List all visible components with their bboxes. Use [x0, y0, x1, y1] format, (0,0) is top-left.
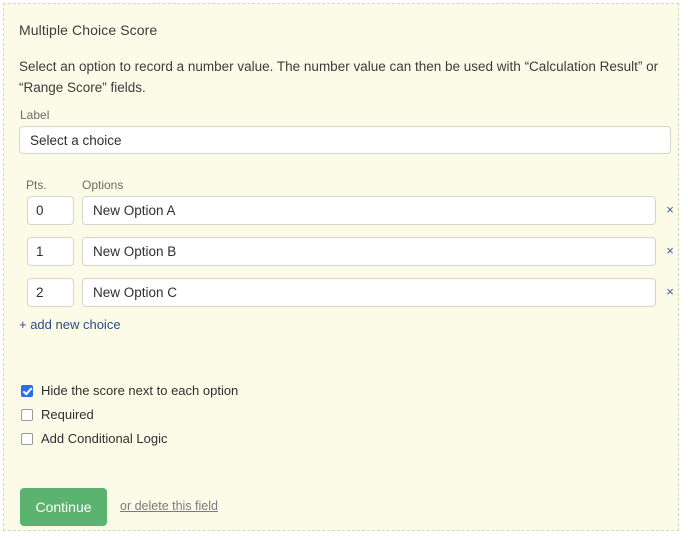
- options-column-header: Options: [82, 178, 124, 192]
- add-new-choice-link[interactable]: + add new choice: [19, 317, 121, 332]
- checkbox-box[interactable]: [21, 433, 33, 445]
- checkbox-label: Add Conditional Logic: [41, 431, 168, 446]
- field-description: Select an option to record a number valu…: [19, 59, 659, 95]
- label-input[interactable]: [19, 126, 671, 154]
- checkbox-box[interactable]: [21, 385, 33, 397]
- points-input[interactable]: [27, 196, 74, 225]
- option-input[interactable]: [82, 237, 656, 266]
- page-title: Multiple Choice Score: [19, 22, 158, 38]
- checkbox-label: Hide the score next to each option: [41, 383, 239, 398]
- label-field-caption: Label: [20, 108, 50, 122]
- delete-field-link[interactable]: or delete this field: [120, 499, 218, 513]
- points-input[interactable]: [27, 237, 74, 266]
- points-column-header: Pts.: [26, 178, 47, 192]
- continue-button[interactable]: Continue: [20, 488, 107, 526]
- field-settings-panel: Multiple Choice Score Select an option t…: [3, 3, 679, 531]
- points-input[interactable]: [27, 278, 74, 307]
- option-input[interactable]: [82, 278, 656, 307]
- checkbox-label: Required: [41, 407, 94, 422]
- option-input[interactable]: [82, 196, 656, 225]
- remove-choice-icon[interactable]: ×: [663, 244, 677, 258]
- remove-choice-icon[interactable]: ×: [663, 285, 677, 299]
- remove-choice-icon[interactable]: ×: [663, 203, 677, 217]
- checkbox-box[interactable]: [21, 409, 33, 421]
